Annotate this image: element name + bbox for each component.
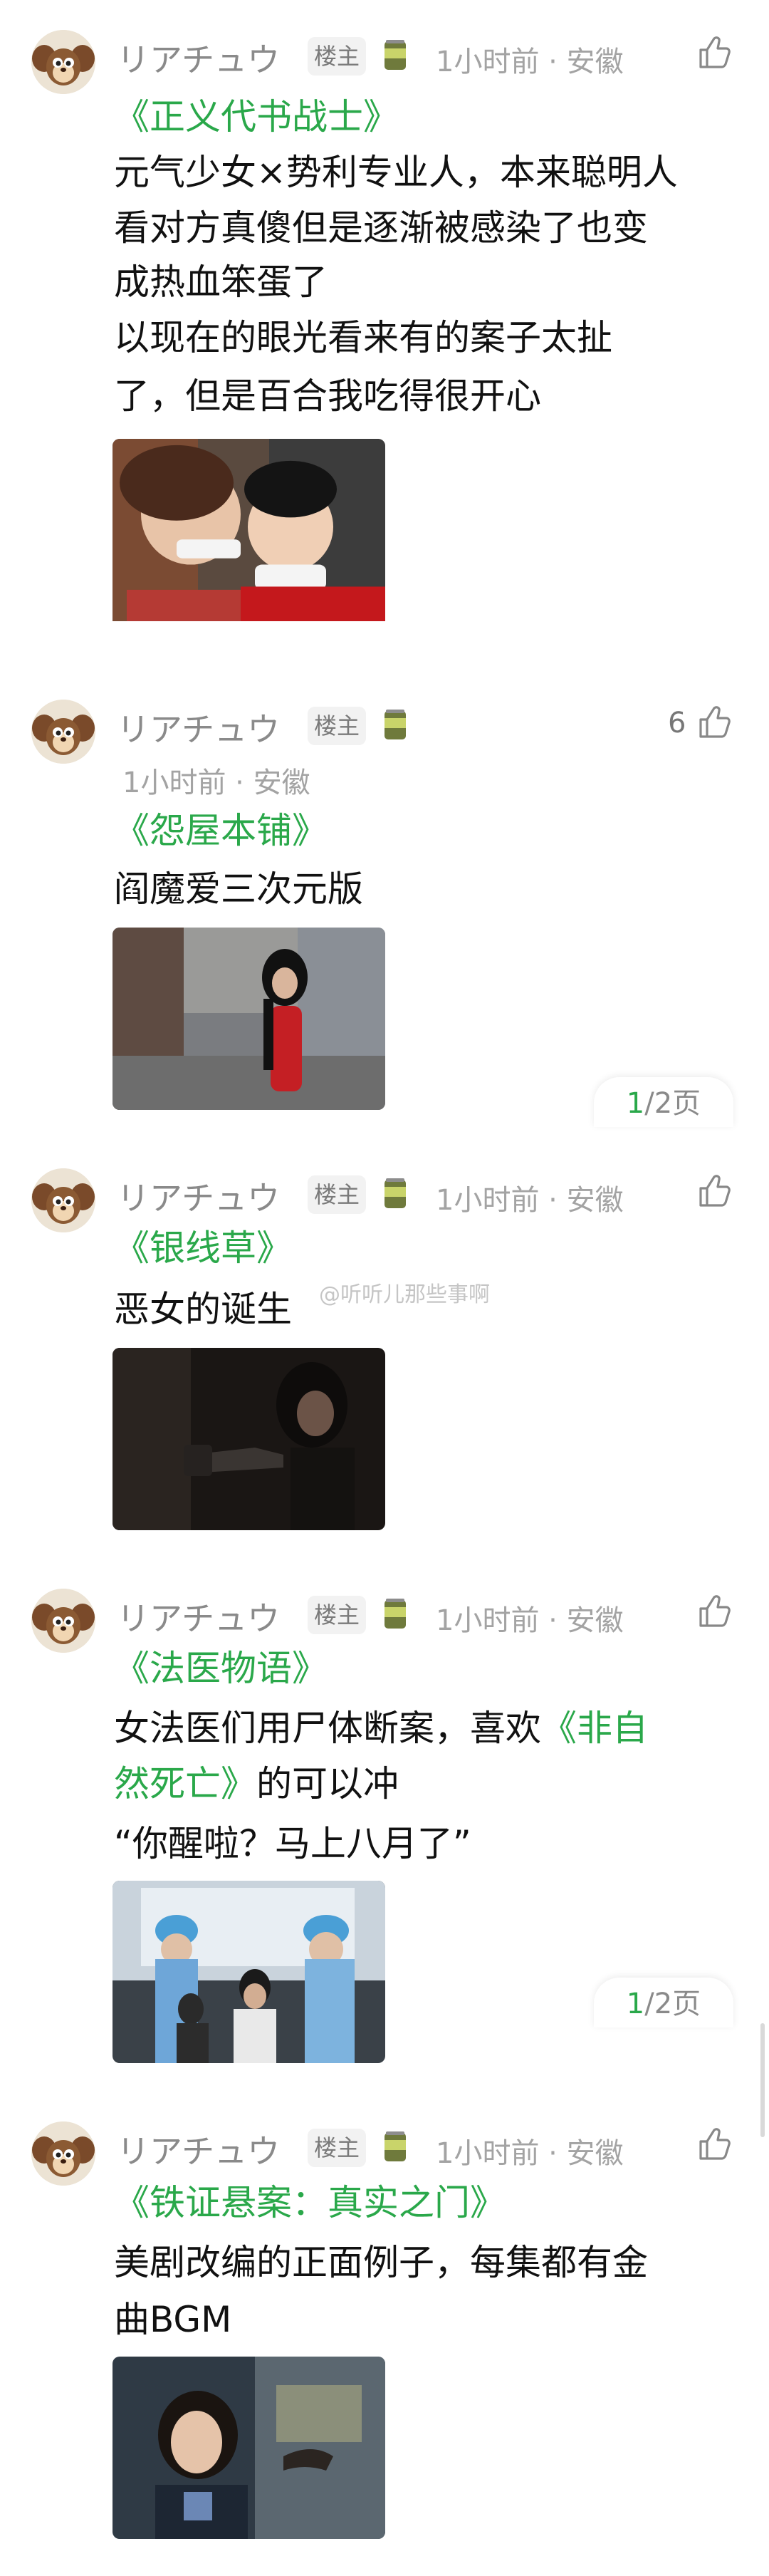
thumb-up-icon (699, 1175, 731, 1207)
can-icon (382, 1177, 409, 1211)
post-image[interactable] (113, 1348, 385, 1530)
title-link[interactable]: 然死亡》 (114, 1763, 256, 1804)
pager[interactable]: 1/2页 (594, 1978, 733, 2027)
post-meta: 1小时前 · 安徽 (436, 2137, 624, 2170)
like-button[interactable] (695, 1171, 733, 1210)
username[interactable]: リアチュウ (117, 34, 280, 81)
thumb-up-icon (699, 36, 731, 68)
thumb-up-icon (699, 1595, 731, 1627)
post-text-line: 元气少女×势利专业人，本来聪明人 (114, 151, 678, 194)
text-segment: 女法医们用尸体断案，喜欢 (114, 1708, 541, 1749)
like-button[interactable] (695, 2124, 733, 2163)
text-segment: 阎魔爱三次元版 (114, 868, 363, 910)
avatar[interactable] (31, 1168, 95, 1232)
post-text-line: 成热血笨蛋了 (114, 261, 328, 303)
title-link[interactable]: 《怨屋本铺》 (114, 810, 328, 851)
can-icon (382, 708, 409, 742)
post-text-line: 女法医们用尸体断案，喜欢《非自 (114, 1707, 648, 1750)
pager-total: /2页 (644, 1087, 701, 1120)
thumb-up-icon (699, 2128, 731, 2160)
text-segment: 美剧改编的正面例子，每集都有金 (114, 2242, 648, 2283)
post-meta: 1小时前 · 安徽 (436, 1184, 624, 1217)
scrollbar[interactable] (760, 2023, 765, 2137)
text-segment: 了，但是百合我吃得很开心 (114, 375, 541, 417)
avatar[interactable] (31, 1589, 95, 1653)
post-text-line: “你醒啦？马上八月了” (114, 1822, 471, 1865)
text-segment: 以现在的眼光看来有的案子太扯 (114, 317, 612, 358)
post-text-line: 阎魔爱三次元版 (114, 868, 363, 910)
post-text-line: 《铁证悬案：真实之门》 (114, 2181, 506, 2224)
can-icon (382, 1597, 409, 1631)
text-segment: 的可以冲 (256, 1763, 399, 1804)
post-text-line: 美剧改编的正面例子，每集都有金 (114, 2241, 648, 2284)
thumb-up-icon (699, 706, 731, 738)
can-icon (382, 38, 409, 73)
op-badge: 楼主 (308, 707, 366, 745)
post-image[interactable] (113, 2357, 385, 2539)
username[interactable]: リアチュウ (117, 2126, 280, 2173)
post-text-line: 《怨屋本铺》 (114, 809, 328, 852)
like-button[interactable] (695, 33, 733, 71)
op-badge: 楼主 (308, 1175, 366, 1214)
text-segment: “你醒啦？马上八月了” (114, 1823, 471, 1864)
post-text-line: 《法医物语》 (114, 1647, 328, 1690)
op-badge: 楼主 (308, 1596, 366, 1634)
post-meta: 1小时前 · 安徽 (436, 46, 624, 78)
avatar[interactable] (31, 30, 95, 94)
watermark: @听听儿那些事啊 (319, 1282, 490, 1307)
text-segment: 恶女的诞生 (114, 1289, 292, 1330)
username[interactable]: リアチュウ (117, 704, 280, 751)
post-meta: 1小时前 · 安徽 (436, 1604, 624, 1637)
text-segment: 元气少女×势利专业人，本来聪明人 (114, 152, 678, 193)
title-link[interactable]: 《铁证悬案：真实之门》 (114, 2182, 506, 2223)
post-text-line: 然死亡》的可以冲 (114, 1762, 399, 1805)
post-text-line: 看对方真傻但是逐渐被感染了也变 (114, 207, 648, 249)
post-text-line: 以现在的眼光看来有的案子太扯 (114, 316, 612, 359)
post-text-line: 《正义代书战士》 (114, 95, 399, 138)
text-segment: 曲BGM (114, 2299, 232, 2340)
pager-current: 1 (626, 1988, 645, 2020)
like-button[interactable] (695, 702, 733, 741)
title-link[interactable]: 《正义代书战士》 (114, 96, 399, 137)
post-text-line: 曲BGM (114, 2298, 231, 2341)
like-button[interactable] (695, 1591, 733, 1630)
post-text-line: 恶女的诞生 (114, 1288, 292, 1331)
post-image[interactable] (113, 439, 385, 645)
post-text-line: 《银线草》 (114, 1227, 292, 1269)
avatar[interactable] (31, 2121, 95, 2186)
title-link[interactable]: 《法医物语》 (114, 1648, 328, 1689)
text-segment: 成热血笨蛋了 (114, 261, 328, 303)
text-segment: 看对方真傻但是逐渐被感染了也变 (114, 207, 648, 249)
op-badge: 楼主 (308, 2129, 366, 2167)
title-link[interactable]: 《非自 (541, 1708, 648, 1749)
username[interactable]: リアチュウ (117, 1593, 280, 1640)
pager-total: /2页 (644, 1988, 701, 2020)
post-image[interactable] (113, 1881, 385, 2063)
pager-current: 1 (626, 1087, 645, 1120)
title-link[interactable]: 《银线草》 (114, 1227, 292, 1269)
post-text-line: 了，但是百合我吃得很开心 (114, 375, 541, 417)
post-image[interactable] (113, 928, 385, 1110)
like-count: 6 (668, 707, 686, 739)
username[interactable]: リアチュウ (117, 1173, 280, 1220)
post-meta: 1小时前 · 安徽 (122, 767, 310, 799)
can-icon (382, 2130, 409, 2164)
avatar[interactable] (31, 700, 95, 764)
op-badge: 楼主 (308, 37, 366, 76)
pager[interactable]: 1/2页 (594, 1077, 733, 1127)
